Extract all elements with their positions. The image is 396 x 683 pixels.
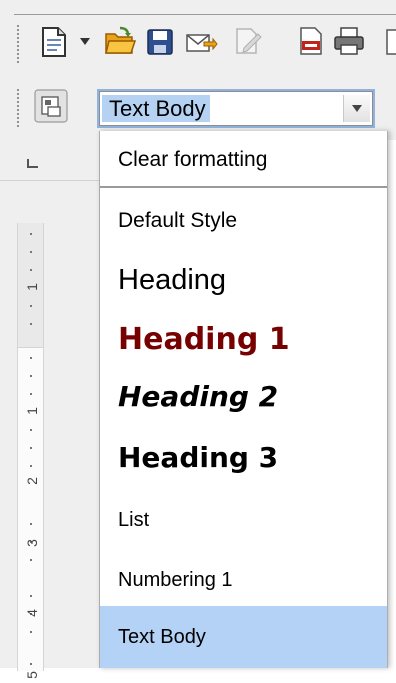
ruler-number: 1	[24, 283, 40, 291]
ruler-number: 2	[24, 477, 40, 485]
combo-dropdown-button[interactable]	[343, 95, 370, 122]
toolbar-overflow-icon[interactable]	[386, 28, 396, 56]
ruler-number: 5	[24, 671, 40, 679]
style-option-clear-formatting[interactable]: Clear formatting	[100, 139, 387, 181]
style-option-heading-1[interactable]: Heading 1	[100, 314, 387, 366]
new-document-icon[interactable]	[40, 26, 68, 58]
print-icon[interactable]	[333, 26, 365, 56]
ruler-number: 1	[24, 407, 40, 415]
dropdown-separator	[100, 186, 387, 188]
ruler-number: 4	[24, 609, 40, 617]
edit-file-icon[interactable]	[234, 26, 262, 56]
style-option-numbering-1[interactable]: Numbering 1	[100, 558, 387, 602]
style-option-default-style[interactable]: Default Style	[100, 199, 387, 243]
toolbar-grip[interactable]	[16, 24, 20, 64]
email-icon[interactable]	[186, 32, 218, 54]
paragraph-style-combo[interactable]: Text Body	[99, 91, 373, 126]
styles-formatting-icon[interactable]	[34, 89, 68, 123]
dropdown-arrow-icon[interactable]	[80, 38, 90, 46]
style-option-heading-3[interactable]: Heading 3	[100, 433, 387, 483]
style-option-heading[interactable]: Heading	[100, 255, 387, 305]
style-option-heading-2[interactable]: Heading 2	[100, 372, 387, 422]
open-folder-icon[interactable]	[104, 26, 136, 56]
style-option-text-body[interactable]: Text Body	[100, 606, 387, 668]
toolbar-grip[interactable]	[16, 88, 20, 128]
vertical-ruler[interactable]: 1 1 2 3 4 5	[0, 181, 99, 679]
tab-stop-icon[interactable]	[27, 159, 38, 168]
chevron-down-icon	[352, 105, 362, 112]
paragraph-style-value[interactable]: Text Body	[102, 95, 210, 122]
ruler-scale: 1 1 2 3 4 5	[17, 223, 44, 679]
export-pdf-icon[interactable]	[298, 26, 324, 56]
ruler-corner	[0, 140, 99, 181]
toolbar-top-rule	[14, 14, 396, 15]
ruler-number: 3	[24, 539, 40, 547]
style-dropdown-list[interactable]: Clear formatting Default Style Heading H…	[99, 131, 388, 668]
save-icon[interactable]	[146, 28, 174, 56]
style-option-list[interactable]: List	[100, 498, 387, 542]
